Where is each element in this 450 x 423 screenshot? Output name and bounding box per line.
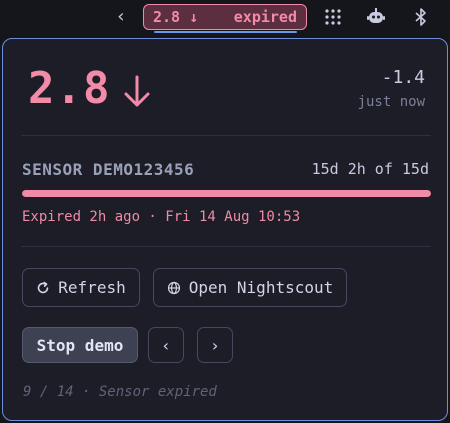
pill-glucose-value: 2.8 ↓ <box>153 7 199 26</box>
refresh-label: Refresh <box>58 278 126 297</box>
sensor-expired-text: Expired 2h ago · Fri 14 Aug 10:53 <box>22 209 301 225</box>
glucose-status-pill[interactable]: 2.8 ↓ expired <box>143 4 307 30</box>
last-updated: just now <box>357 94 425 110</box>
chevron-left-icon[interactable]: ‹ <box>113 6 129 28</box>
glucose-delta: -1.4 <box>381 67 425 88</box>
pill-active-indicator <box>154 31 297 33</box>
divider <box>21 135 431 136</box>
top-bar: ‹ 2.8 ↓ expired <box>0 0 450 36</box>
refresh-button[interactable]: Refresh <box>22 268 140 307</box>
sensor-age: 15d 2h of 15d <box>311 160 429 178</box>
robot-icon[interactable] <box>365 6 387 28</box>
glucose-panel: 2.8 -1.4 just now SENSOR DEMO123456 15d … <box>2 38 448 421</box>
sensor-progress-fill <box>22 190 431 197</box>
nightscout-label: Open Nightscout <box>188 278 334 297</box>
demo-step-status: 9 / 14 · Sensor expired <box>23 384 217 400</box>
refresh-icon <box>37 281 49 293</box>
open-nightscout-button[interactable]: Open Nightscout <box>153 268 347 307</box>
glucose-value: 2.8 <box>28 63 111 114</box>
next-button[interactable]: › <box>197 327 233 363</box>
divider <box>21 246 431 247</box>
globe-icon <box>167 281 180 294</box>
bluetooth-icon[interactable] <box>410 6 432 28</box>
sensor-progress-bar <box>22 190 431 197</box>
sensor-name: SENSOR DEMO123456 <box>22 160 195 179</box>
trend-down-arrow-icon <box>124 75 150 107</box>
stop-demo-button[interactable]: Stop demo <box>22 327 138 363</box>
apps-grid-icon[interactable] <box>322 6 344 28</box>
pill-status-text: expired <box>233 7 297 26</box>
previous-button[interactable]: ‹ <box>148 327 184 363</box>
